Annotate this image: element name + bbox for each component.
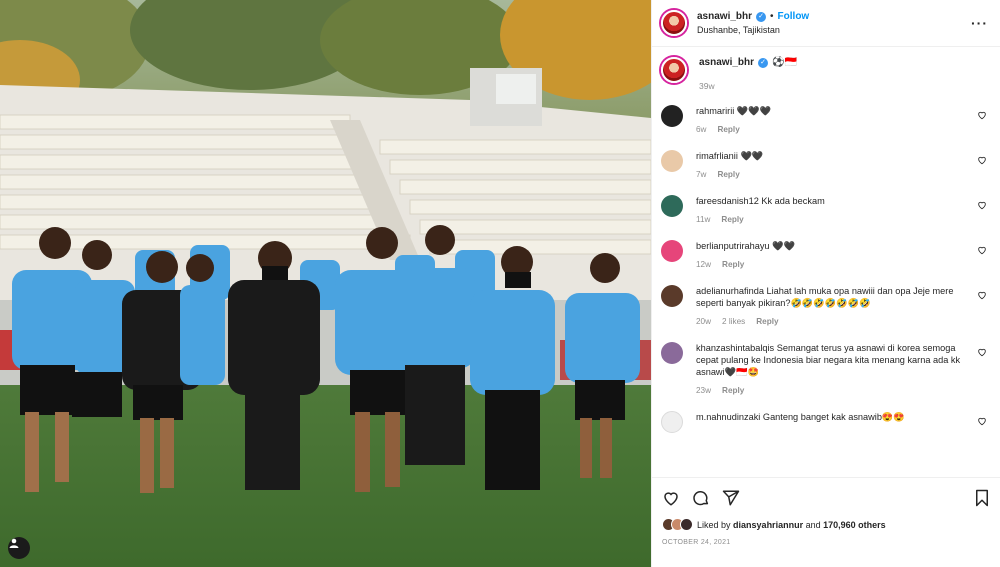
- bookmark-icon[interactable]: [974, 489, 990, 507]
- comment-item: adelianurhafinda Liahat lah muka opa naw…: [661, 285, 991, 328]
- commenter-avatar[interactable]: [661, 240, 683, 262]
- comment-like-heart-icon[interactable]: [977, 245, 987, 255]
- caption-author-avatar[interactable]: [661, 57, 687, 83]
- reply-button[interactable]: Reply: [756, 316, 778, 328]
- share-icon[interactable]: [722, 489, 740, 507]
- comments-list[interactable]: asnawi_bhr ✓ ⚽🇮🇩 39w rahmaririi 🖤🖤🖤 6w Re…: [652, 47, 1000, 477]
- verified-badge-icon: ✓: [756, 11, 767, 22]
- comment-item: rahmaririi 🖤🖤🖤 6w Reply: [661, 105, 991, 136]
- comment-item: rimafrlianii 🖤🖤 7w Reply: [661, 150, 991, 181]
- liked-by-user[interactable]: diansyahriannur: [733, 520, 803, 530]
- reply-button[interactable]: Reply: [722, 259, 744, 271]
- author-username[interactable]: asnawi_bhr: [697, 11, 752, 22]
- commenter-avatar[interactable]: [661, 150, 683, 172]
- comment-username[interactable]: khanzashintabalqis: [696, 343, 774, 353]
- comment-age: 23w: [696, 386, 712, 395]
- liked-by-others[interactable]: 170,960 others: [823, 520, 886, 530]
- caption-age: 39w: [699, 81, 715, 91]
- comment-username[interactable]: rahmaririi: [696, 106, 734, 116]
- commenter-avatar[interactable]: [661, 105, 683, 127]
- comment-like-heart-icon[interactable]: [977, 110, 987, 120]
- comment-username[interactable]: rimafrlianii: [696, 151, 738, 161]
- comment-username[interactable]: m.nahnudinzaki: [696, 412, 760, 422]
- comment-username[interactable]: fareesdanish12: [696, 196, 759, 206]
- separator-dot: •: [770, 11, 774, 22]
- comment-text: 🖤🖤: [772, 241, 795, 251]
- instagram-post: asnawi_bhr ✓ • Follow Dushanbe, Tajikist…: [0, 0, 1000, 567]
- commenter-avatar[interactable]: [661, 195, 683, 217]
- reply-button[interactable]: Reply: [717, 124, 739, 136]
- comment-text: 🖤🖤: [740, 151, 764, 161]
- comment-like-heart-icon[interactable]: [977, 290, 987, 300]
- comment-icon[interactable]: [692, 489, 710, 507]
- comment-item: berlianputrirahayu 🖤🖤 12w Reply: [661, 240, 991, 271]
- commenter-avatar[interactable]: [661, 342, 683, 364]
- commenter-avatar[interactable]: [661, 411, 683, 433]
- user-tag-icon[interactable]: [8, 537, 30, 559]
- post-actions: Liked by diansyahriannur and 170,960 oth…: [652, 477, 1000, 567]
- follow-button[interactable]: Follow: [778, 11, 810, 22]
- liker-avatars: [662, 518, 693, 531]
- caption-username[interactable]: asnawi_bhr: [699, 57, 754, 68]
- photo-illustration: [0, 0, 651, 567]
- comment-username[interactable]: berlianputrirahayu: [696, 241, 770, 251]
- post-caption: asnawi_bhr ✓ ⚽🇮🇩 39w: [661, 57, 991, 91]
- post-location[interactable]: Dushanbe, Tajikistan: [697, 25, 971, 35]
- comment-like-heart-icon[interactable]: [977, 200, 987, 210]
- post-photo[interactable]: [0, 0, 651, 567]
- reply-button[interactable]: Reply: [722, 385, 744, 397]
- liked-by-prefix: Liked by: [697, 519, 731, 530]
- post-header: asnawi_bhr ✓ • Follow Dushanbe, Tajikist…: [652, 0, 1000, 47]
- comment-text: Ganteng banget kak asnawib😍😍: [762, 412, 905, 422]
- caption-text: ⚽🇮🇩: [772, 57, 797, 68]
- comment-likes[interactable]: 2 likes: [722, 316, 745, 328]
- comment-like-heart-icon[interactable]: [977, 347, 987, 357]
- reply-button[interactable]: Reply: [721, 214, 743, 226]
- comment-item: m.nahnudinzaki Ganteng banget kak asnawi…: [661, 411, 991, 433]
- comment-item: fareesdanish12 Kk ada beckam 11w Reply: [661, 195, 991, 226]
- comment-username[interactable]: adelianurhafinda: [696, 286, 764, 296]
- liked-by-and: and: [805, 519, 821, 530]
- comment-age: 20w: [696, 317, 712, 326]
- author-avatar[interactable]: [661, 10, 687, 36]
- post-sidebar: asnawi_bhr ✓ • Follow Dushanbe, Tajikist…: [651, 0, 1000, 567]
- comment-age: 7w: [696, 170, 707, 179]
- heart-icon[interactable]: [662, 489, 680, 507]
- comment-item: khanzashintabalqis Semangat terus ya asn…: [661, 342, 991, 397]
- comment-age: 11w: [696, 215, 711, 224]
- comment-age: 12w: [696, 260, 712, 269]
- post-date: OCTOBER 24, 2021: [662, 539, 731, 546]
- comment-text: 🖤🖤🖤: [736, 106, 772, 116]
- verified-badge-icon: ✓: [758, 57, 769, 68]
- reply-button[interactable]: Reply: [717, 169, 739, 181]
- comment-like-heart-icon[interactable]: [977, 416, 987, 426]
- comment-like-heart-icon[interactable]: [977, 155, 987, 165]
- commenter-avatar[interactable]: [661, 285, 683, 307]
- comment-age: 6w: [696, 125, 707, 134]
- more-options-icon[interactable]: ···: [971, 15, 988, 31]
- comment-text: Kk ada beckam: [761, 196, 825, 206]
- likes-summary[interactable]: Liked by diansyahriannur and 170,960 oth…: [662, 518, 990, 531]
